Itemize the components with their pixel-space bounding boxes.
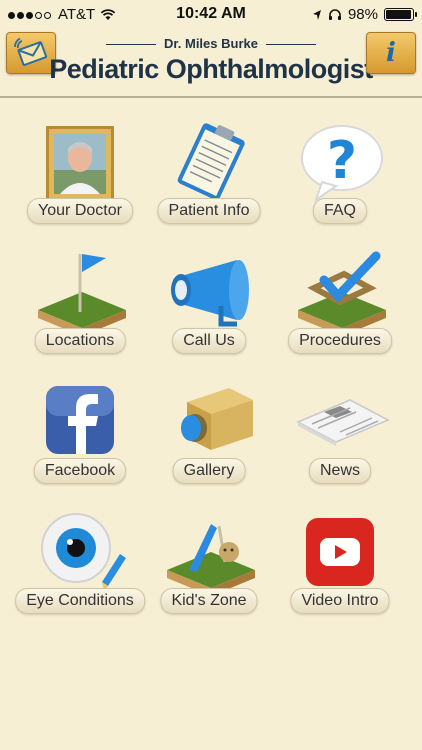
battery-percent: 98% xyxy=(347,6,378,23)
menu-label: Locations xyxy=(34,328,126,354)
playground-icon xyxy=(159,510,259,598)
youtube-play-icon xyxy=(290,510,390,598)
headphones-icon xyxy=(328,9,341,20)
app-header: Dr. Miles Burke Pediatric Ophthalmologis… xyxy=(0,30,422,98)
doctor-photo-icon xyxy=(30,120,130,208)
menu-label: Eye Conditions xyxy=(15,588,145,614)
menu-label: Video Intro xyxy=(290,588,390,614)
menu-label: News xyxy=(308,458,372,484)
menu-label: Patient Info xyxy=(157,198,261,224)
menu-label: Call Us xyxy=(172,328,246,354)
svg-text:?: ? xyxy=(327,131,357,191)
status-bar: AT&T 10:42 AM 98% xyxy=(0,0,422,30)
info-icon: i xyxy=(386,38,396,68)
flag-icon xyxy=(30,250,130,338)
menu-label: FAQ xyxy=(312,198,368,224)
menu-label: Your Doctor xyxy=(27,198,133,224)
menu-label: Kid's Zone xyxy=(160,588,258,614)
eye-icon xyxy=(30,510,130,598)
camera-icon xyxy=(159,380,259,468)
status-right: 98% xyxy=(312,6,417,23)
newspaper-icon xyxy=(290,380,390,468)
clipboard-icon xyxy=(159,120,259,208)
page-title: Pediatric Ophthalmologist xyxy=(49,54,373,84)
checkmark-icon xyxy=(290,250,390,338)
menu-label: Facebook xyxy=(33,458,127,484)
question-bubble-icon: ? xyxy=(290,120,390,208)
facebook-icon xyxy=(30,380,130,468)
megaphone-icon xyxy=(159,250,259,338)
menu-label: Procedures xyxy=(288,328,392,354)
menu-label: Gallery xyxy=(172,458,246,484)
battery-icon xyxy=(384,8,417,21)
info-button[interactable]: i xyxy=(366,32,416,74)
location-arrow-icon xyxy=(312,9,321,20)
doctor-subtitle: Dr. Miles Burke xyxy=(0,36,422,51)
